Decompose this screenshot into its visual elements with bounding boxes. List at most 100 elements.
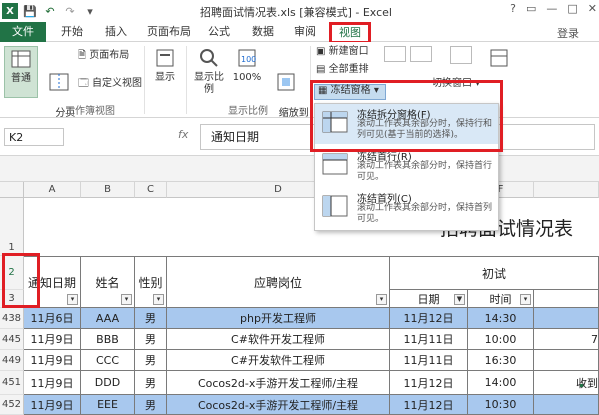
cell-position[interactable]: C#软件开发工程师 [167,329,390,350]
customize-qat-icon[interactable]: ▾ [82,3,98,19]
cell-interview-date[interactable]: 11月12日 [390,371,468,395]
ribbon-tabs: 文件 开始 插入 页面布局 公式 数据 审阅 视图 [0,22,599,43]
tab-formulas[interactable]: 公式 [200,22,238,42]
macros-button[interactable] [484,46,514,72]
cell-name[interactable]: BBB [81,329,135,350]
cell-gender[interactable]: 男 [135,350,167,371]
title-bar: X 💾 ↶ ↷ ▾ 招聘面试情况表.xls [兼容模式] - Excel ? ▭… [0,0,599,22]
custom-view-button[interactable]: 🗔 自定义视图 [78,78,142,90]
help-button[interactable]: ? [510,2,516,15]
custom-view-icon: 🗔 [78,78,89,89]
cell-name[interactable]: CCC [81,350,135,371]
filter-dropdown-icon[interactable]: ▾ [153,294,164,305]
page-layout-icon: 🗎 [78,50,87,61]
tab-file[interactable]: 文件 [0,22,46,42]
split-button[interactable] [384,46,406,62]
side-by-side-button[interactable] [450,46,472,64]
menu-item-freeze-top-row[interactable]: 冻结首行(R) 滚动工作表其余部分时，保持首行可见。 [315,146,498,186]
highlight-view-tab [329,22,371,44]
row-header[interactable]: 449 [0,350,24,371]
freeze-panes-button[interactable]: ▦ 冻结窗格 ▾ [314,84,386,100]
cell-extra[interactable] [534,308,599,329]
login-link[interactable]: 登录 [557,25,579,41]
column-header-c[interactable]: C [135,182,167,198]
filter-dropdown-icon[interactable]: ▾ [67,294,78,305]
cell-extra[interactable]: 7 [534,329,599,350]
cell-gender[interactable]: 男 [135,329,167,350]
header-extra [534,290,599,308]
cell-notify-date[interactable]: 11月6日 [24,308,81,329]
cell-notify-date[interactable]: 11月9日 [24,395,81,415]
cell-interview-time[interactable]: 14:30 [468,308,534,329]
maximize-button[interactable]: □ [567,2,577,15]
cell-position[interactable]: C#开发软件工程师 [167,350,390,371]
fill-handle[interactable] [580,384,583,387]
fx-icon[interactable]: fx [178,128,188,141]
cell-name[interactable]: EEE [81,395,135,415]
cell-extra[interactable]: 收到 [534,371,599,395]
tab-insert[interactable]: 插入 [96,22,136,42]
zoom-button[interactable]: 显示比例 [190,46,228,96]
cell-interview-time[interactable]: 10:00 [468,329,534,350]
cell-position[interactable]: Cocos2d-x手游开发工程师/主程 [167,395,390,415]
tab-data[interactable]: 数据 [244,22,282,42]
cell-interview-time[interactable]: 16:30 [468,350,534,371]
row-header[interactable]: 438 [0,308,24,329]
normal-view-button[interactable]: 普通 [4,46,38,98]
cell-extra[interactable] [534,395,599,415]
page-layout-view-button[interactable]: 🗎 页面布局 [78,50,129,62]
select-all-corner[interactable] [0,182,24,198]
cell-gender[interactable]: 男 [135,308,167,329]
cell-interview-time[interactable]: 10:30 [468,395,534,415]
row-header[interactable]: 451 [0,371,24,395]
grid-header-strip [0,156,599,182]
cell-gender[interactable]: 男 [135,371,167,395]
cell-name[interactable]: DDD [81,371,135,395]
cell-interview-date[interactable]: 11月11日 [390,350,468,371]
tab-review[interactable]: 审阅 [286,22,324,42]
column-header-a[interactable]: A [24,182,81,198]
cell-gender[interactable]: 男 [135,395,167,415]
filter-active-icon[interactable]: ▼ [454,294,465,305]
new-window-button[interactable]: ▣ 新建窗口 [316,46,369,58]
ribbon-separator [186,46,187,114]
filter-dropdown-icon[interactable]: ▾ [376,294,387,305]
filter-dropdown-icon[interactable]: ▾ [121,294,132,305]
cell-notify-date[interactable]: 11月9日 [24,329,81,350]
zoom-100-icon: 100 [238,49,256,67]
cell-interview-date[interactable]: 11月11日 [390,329,468,350]
cell-notify-date[interactable]: 11月9日 [24,350,81,371]
name-box[interactable]: K2 [4,128,64,146]
cell-interview-date[interactable]: 11月12日 [390,395,468,415]
redo-icon[interactable]: ↷ [62,3,78,19]
cell-position[interactable]: php开发工程师 [167,308,390,329]
hide-button[interactable] [410,46,432,62]
filter-dropdown-icon[interactable]: ▾ [520,294,531,305]
cell-extra[interactable] [534,350,599,371]
window-controls: ? ▭ — □ ✕ [510,2,597,15]
ribbon-options-button[interactable]: ▭ [526,2,536,15]
close-button[interactable]: ✕ [588,2,597,15]
tab-page-layout[interactable]: 页面布局 [142,22,196,42]
save-icon[interactable]: 💾 [22,3,38,19]
cell-interview-date[interactable]: 11月12日 [390,308,468,329]
cell-name[interactable]: AAA [81,308,135,329]
arrange-all-button[interactable]: ▤ 全部重排 [316,64,369,76]
tab-home[interactable]: 开始 [52,22,92,42]
row-header-1[interactable]: 1 [0,198,24,256]
cell-notify-date[interactable]: 11月9日 [24,371,81,395]
minimize-button[interactable]: — [546,2,557,15]
column-header-b[interactable]: B [81,182,135,198]
group-zoom: 显示比例 [228,106,268,117]
row-header[interactable]: 445 [0,329,24,350]
row-header[interactable]: 452 [0,395,24,415]
cell-position[interactable]: Cocos2d-x手游开发工程师/主程 [167,371,390,395]
cell-interview-time[interactable]: 14:00 [468,371,534,395]
menu-item-freeze-first-column[interactable]: 冻结首列(C) 滚动工作表其余部分时，保持首列可见。 [315,188,498,228]
quick-access-toolbar: X 💾 ↶ ↷ ▾ [2,3,98,19]
show-button[interactable]: 显示 [148,46,182,84]
undo-icon[interactable]: ↶ [42,3,58,19]
zoom-100-button[interactable]: 100 100% [232,46,262,84]
header-interview-date: 日期 ▼ [390,290,468,308]
column-header-g[interactable] [534,182,599,198]
